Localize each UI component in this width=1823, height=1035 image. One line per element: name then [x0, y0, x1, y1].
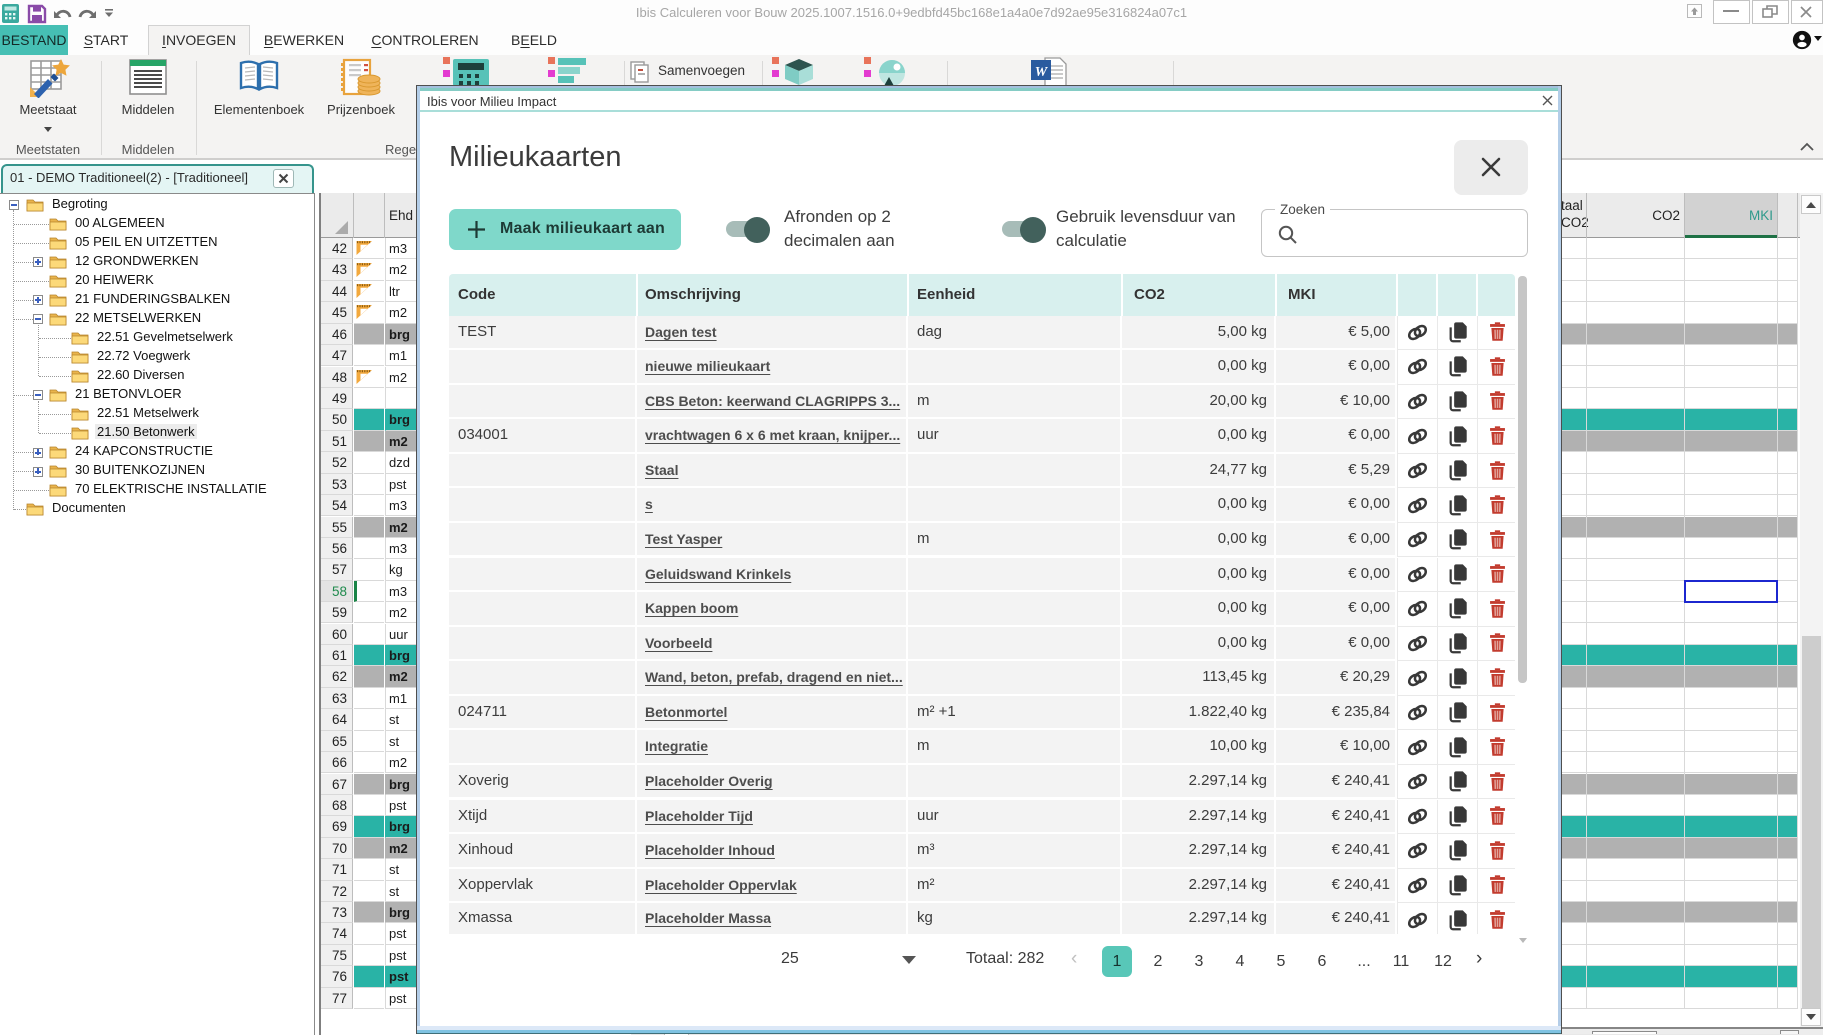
svg-text:W: W	[1035, 65, 1049, 80]
